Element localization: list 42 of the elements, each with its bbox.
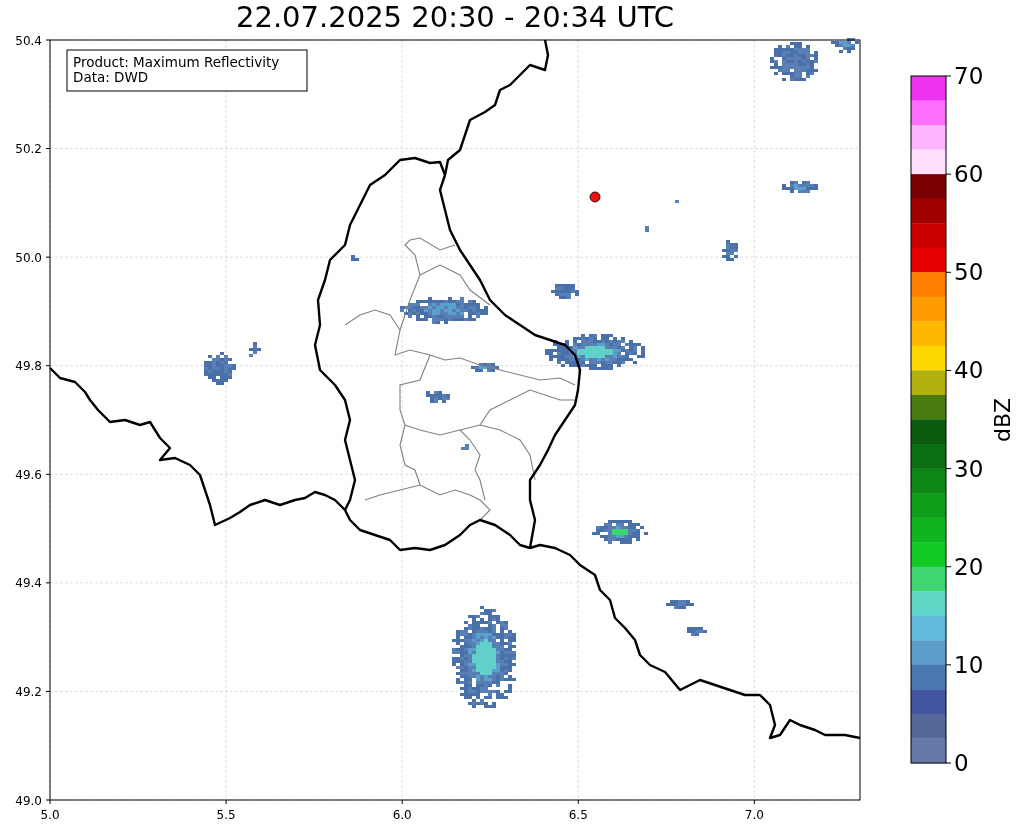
axis-tick-label: 50.0: [15, 250, 42, 265]
colorbar-tick-label: 30: [954, 455, 984, 482]
legend-text: Product: Maximum Reflectivity: [73, 54, 280, 70]
chart-title: 22.07.2025 20:30 - 20:34 UTC: [235, 0, 675, 30]
radar-echo: [687, 627, 707, 636]
colorbar-tick-label: 0: [954, 750, 969, 776]
axis-tick-label: 7.0: [744, 808, 764, 822]
axis-tick-label: 49.4: [15, 576, 42, 591]
radar-echo: [249, 342, 261, 357]
radar-echo: [770, 42, 818, 81]
axis-tick-label: 50.4: [15, 33, 42, 48]
radar-echo: [471, 363, 499, 372]
axis-tick-label: 6.5: [568, 808, 588, 822]
radar-echo: [645, 226, 649, 232]
radar-echo: [426, 391, 450, 403]
axis-tick-label: 6.0: [392, 808, 412, 822]
colorbar-tick-label: 10: [954, 651, 984, 678]
axis-tick-label: 49.6: [15, 467, 42, 482]
radar-echo: [551, 284, 579, 299]
axis-tick-label: 5.0: [40, 808, 60, 822]
colorbar-label: dBZ: [990, 397, 1015, 443]
axis-tick-label: 49.8: [15, 359, 42, 374]
radar-echo: [461, 444, 469, 450]
colorbar-tick-label: 60: [954, 161, 984, 188]
colorbar-tick-label: 50: [954, 259, 984, 286]
colorbar-tick-label: 70: [954, 63, 984, 89]
radar-echo: [592, 520, 648, 544]
radar-echo: [831, 38, 859, 53]
axis-tick-label: 50.2: [15, 142, 42, 157]
legend-text: Data: DWD: [73, 69, 149, 85]
location-marker: [589, 191, 601, 203]
axis-tick-label: 49.0: [15, 793, 42, 808]
colorbar-tick-label: 40: [954, 357, 984, 384]
radar-echo: [666, 600, 694, 609]
radar-echo: [722, 240, 738, 261]
axis-tick-label: 49.2: [15, 684, 42, 699]
radar-echo: [351, 255, 359, 261]
radar-echo: [204, 352, 236, 385]
axis-tick-label: 5.5: [216, 808, 236, 822]
radar-echo: [675, 200, 679, 203]
radar-echo: [782, 181, 818, 193]
colorbar-tick-label: 20: [954, 553, 984, 580]
